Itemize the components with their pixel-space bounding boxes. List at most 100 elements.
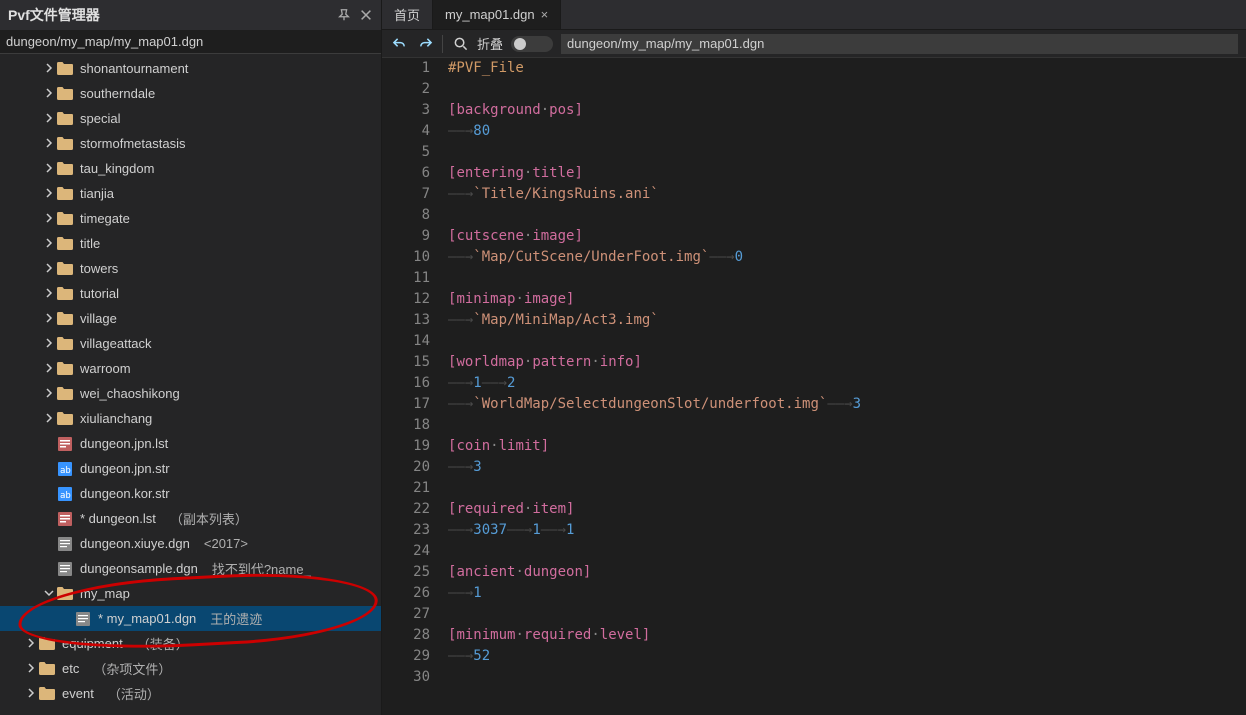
code-line[interactable]: [worldmap·pattern·info] [448,352,1246,373]
code-line[interactable]: [ancient·dungeon] [448,562,1246,583]
tab-close-icon[interactable]: × [541,7,549,22]
code-area[interactable]: #PVF_File [background·pos]——→80 [entering·… [444,58,1246,715]
path-bar[interactable]: dungeon/my_map/my_map01.dgn [0,30,381,54]
chevron-right-icon [60,612,74,626]
chevron-right-icon[interactable] [42,237,56,251]
code-line[interactable]: #PVF_File [448,58,1246,79]
code-line[interactable]: [required·item] [448,499,1246,520]
whitespace-indicator: ——→ [448,312,473,328]
close-icon[interactable] [359,8,373,22]
folder-item[interactable]: village [0,306,381,331]
code-line[interactable] [448,268,1246,289]
code-line[interactable]: [minimap·image] [448,289,1246,310]
line-number: 2 [382,79,430,100]
file-item[interactable]: * dungeon.lst（副本列表） [0,506,381,531]
chevron-right-icon[interactable] [42,87,56,101]
folder-item[interactable]: etc（杂项文件） [0,656,381,681]
redo-icon[interactable] [416,35,434,53]
folder-item[interactable]: tianjia [0,181,381,206]
code-line[interactable] [448,541,1246,562]
chevron-right-icon[interactable] [24,637,38,651]
chevron-right-icon[interactable] [42,287,56,301]
code-line[interactable]: ——→`Map/MiniMap/Act3.img` [448,310,1246,331]
chevron-right-icon[interactable] [42,62,56,76]
folder-item[interactable]: villageattack [0,331,381,356]
chevron-right-icon[interactable] [42,112,56,126]
line-number: 26 [382,583,430,604]
folder-item[interactable]: xiulianchang [0,406,381,431]
undo-icon[interactable] [390,35,408,53]
folder-item[interactable]: title [0,231,381,256]
chevron-right-icon[interactable] [42,162,56,176]
file-tree[interactable]: shonantournamentsoutherndalespecialstorm… [0,54,381,715]
file-item[interactable]: dungeon.jpn.lst [0,431,381,456]
item-extra: （副本列表） [170,509,248,528]
chevron-right-icon[interactable] [42,212,56,226]
folder-item[interactable]: stormofmetastasis [0,131,381,156]
folder-item[interactable]: warroom [0,356,381,381]
folder-icon [56,162,74,176]
file-item[interactable]: abdungeon.kor.str [0,481,381,506]
code-line[interactable] [448,142,1246,163]
chevron-right-icon[interactable] [24,687,38,701]
code-line[interactable]: ——→`Map/CutScene/UnderFoot.img`——→0 [448,247,1246,268]
code-line[interactable]: ——→`Title/KingsRuins.ani` [448,184,1246,205]
code-line[interactable]: ——→1 [448,583,1246,604]
line-number: 27 [382,604,430,625]
code-line[interactable]: [entering·title] [448,163,1246,184]
folder-item[interactable]: southerndale [0,81,381,106]
code-line[interactable] [448,667,1246,688]
folder-item[interactable]: event（活动） [0,681,381,706]
code-line[interactable] [448,205,1246,226]
folder-item[interactable]: tutorial [0,281,381,306]
chevron-right-icon[interactable] [42,387,56,401]
folder-icon [56,262,74,276]
chevron-right-icon[interactable] [42,262,56,276]
folder-item[interactable]: timegate [0,206,381,231]
chevron-right-icon[interactable] [24,662,38,676]
code-line[interactable]: [minimum·required·level] [448,625,1246,646]
chevron-right-icon[interactable] [42,187,56,201]
code-line[interactable]: ——→3 [448,457,1246,478]
code-line[interactable] [448,478,1246,499]
code-line[interactable]: [background·pos] [448,100,1246,121]
folder-item[interactable]: tau_kingdom [0,156,381,181]
line-number: 22 [382,499,430,520]
chevron-right-icon[interactable] [42,362,56,376]
file-item[interactable]: abdungeon.jpn.str [0,456,381,481]
code-line[interactable] [448,604,1246,625]
folder-item[interactable]: shonantournament [0,56,381,81]
code-line[interactable] [448,79,1246,100]
file-item[interactable]: dungeon.xiuye.dgn<2017> [0,531,381,556]
code-line[interactable]: ——→1——→2 [448,373,1246,394]
file-item[interactable]: * my_map01.dgn王的遗迹 [0,606,381,631]
code-line[interactable]: [coin·limit] [448,436,1246,457]
tab-my_map01.dgn[interactable]: my_map01.dgn× [433,0,561,29]
folder-item[interactable]: my_map [0,581,381,606]
folder-item[interactable]: special [0,106,381,131]
code-line[interactable]: ——→80 [448,121,1246,142]
file-item[interactable]: dungeonsample.dgn找不到代?name_ [0,556,381,581]
chevron-right-icon[interactable] [42,337,56,351]
code-editor[interactable]: 1234567891011121314151617181920212223242… [382,58,1246,715]
code-line[interactable]: ——→3037——→1——→1 [448,520,1246,541]
code-line[interactable]: ——→52 [448,646,1246,667]
folder-icon [56,587,74,601]
code-line[interactable]: [cutscene·image] [448,226,1246,247]
tab-首页[interactable]: 首页 [382,0,433,29]
path-input[interactable] [561,34,1238,54]
chevron-right-icon[interactable] [42,412,56,426]
code-line[interactable] [448,331,1246,352]
search-icon[interactable] [451,35,469,53]
fold-toggle[interactable] [511,36,553,52]
pin-icon[interactable] [337,8,351,22]
folder-item[interactable]: towers [0,256,381,281]
chevron-down-icon[interactable] [42,587,56,601]
code-line[interactable]: ——→`WorldMap/SelectdungeonSlot/underfoot… [448,394,1246,415]
line-number: 13 [382,310,430,331]
chevron-right-icon[interactable] [42,137,56,151]
folder-item[interactable]: equipment（装备） [0,631,381,656]
folder-item[interactable]: wei_chaoshikong [0,381,381,406]
chevron-right-icon[interactable] [42,312,56,326]
code-line[interactable] [448,415,1246,436]
